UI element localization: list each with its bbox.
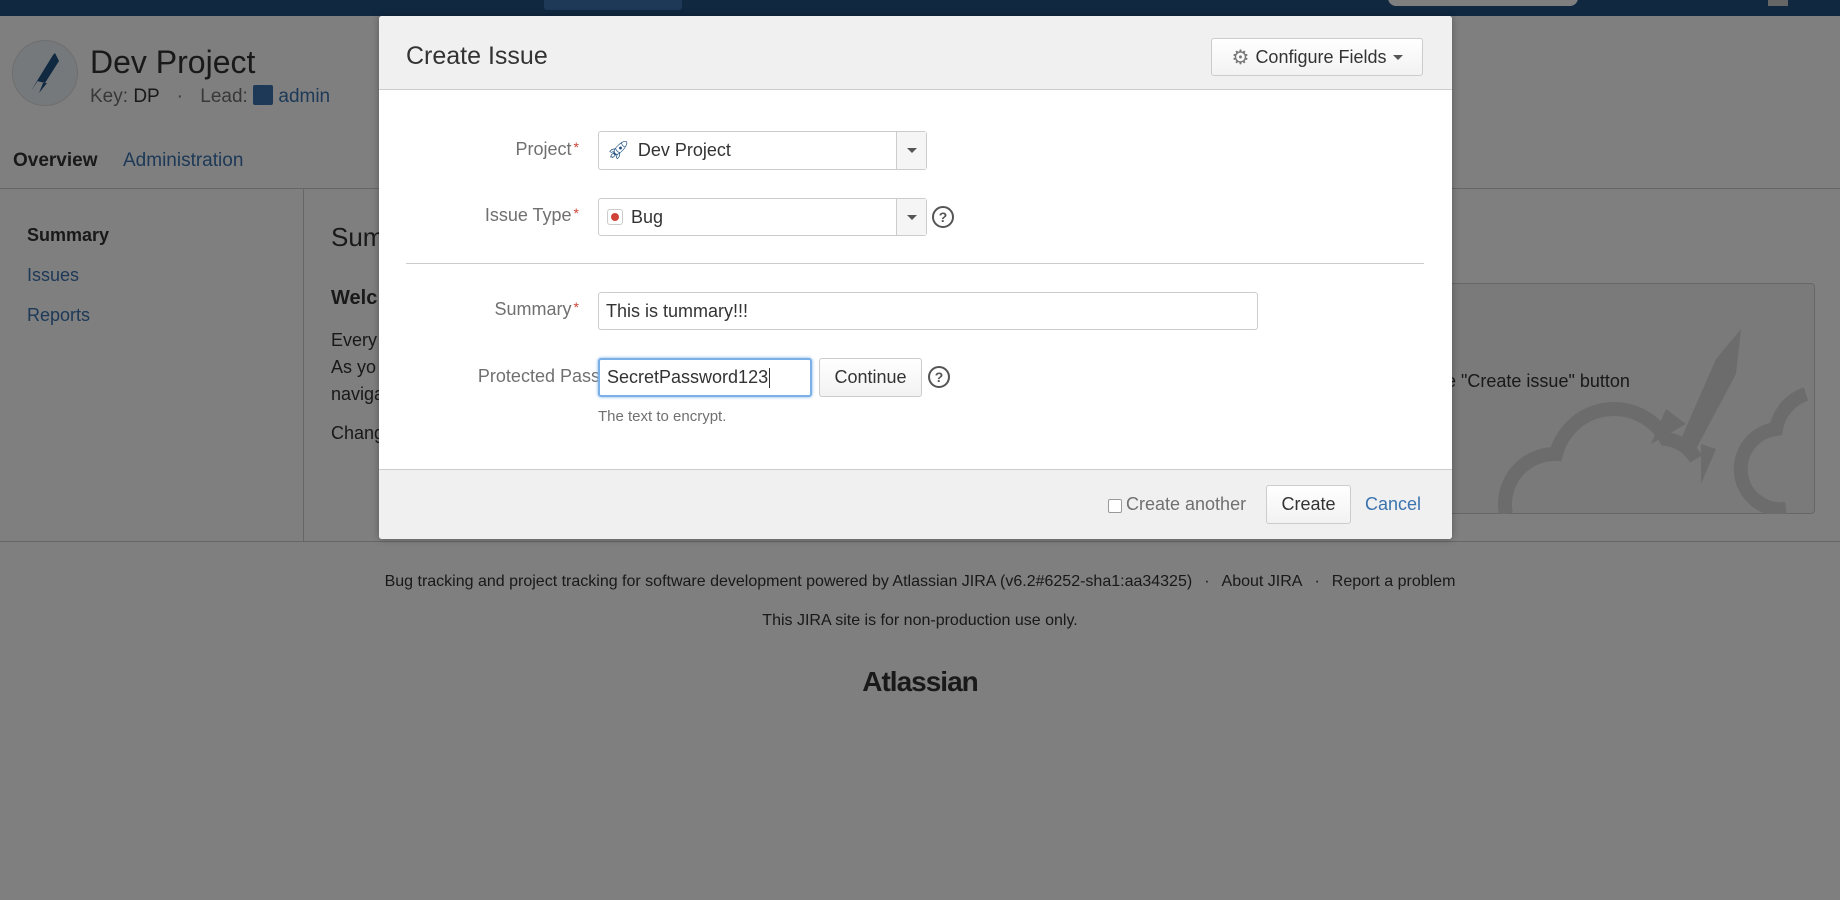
help-icon[interactable]: ? <box>928 366 950 388</box>
form-separator <box>406 263 1424 264</box>
chevron-down-icon <box>906 148 917 153</box>
project-dropdown-toggle[interactable] <box>896 132 926 169</box>
issue-type-dropdown-toggle[interactable] <box>896 199 926 235</box>
configure-fields-button[interactable]: ⚙ Configure Fields <box>1211 38 1423 76</box>
issue-type-label: Issue Type * <box>484 205 579 225</box>
text-cursor <box>769 367 771 388</box>
dialog-title: Create Issue <box>406 42 548 70</box>
password-value: SecretPassword123 <box>607 367 769 387</box>
project-label: Project * <box>515 139 579 159</box>
chevron-down-icon <box>906 214 917 220</box>
protected-password-input[interactable]: SecretPassword123 <box>598 358 812 397</box>
create-issue-dialog: Create Issue ⚙ Configure Fields Project *… <box>379 16 1452 539</box>
create-another-checkbox[interactable] <box>1108 499 1122 513</box>
summary-input[interactable]: This is tummary!!! <box>598 292 1258 330</box>
cancel-link[interactable]: Cancel <box>1365 494 1421 515</box>
project-value: Dev Project <box>637 140 731 160</box>
help-icon[interactable]: ? <box>932 206 954 228</box>
dialog-header: Create Issue ⚙ Configure Fields <box>379 16 1452 90</box>
issue-type-select[interactable]: Bug <box>598 198 927 236</box>
create-another-label[interactable]: Create another <box>1126 494 1246 515</box>
password-description: The text to encrypt. <box>598 408 727 425</box>
bug-icon <box>607 209 623 225</box>
continue-button[interactable]: Continue <box>819 358 922 397</box>
summary-label: Summary * <box>494 299 579 319</box>
rocket-icon: 🚀︎ <box>607 140 630 160</box>
dialog-footer: Create another Create Cancel <box>379 469 1452 539</box>
create-button[interactable]: Create <box>1266 485 1351 524</box>
chevron-down-icon <box>1392 54 1403 60</box>
project-select[interactable]: 🚀︎ Dev Project <box>598 131 927 170</box>
issue-type-value: Bug <box>631 206 664 227</box>
gear-icon: ⚙ <box>1231 46 1250 69</box>
configure-fields-label: Configure Fields <box>1255 46 1387 67</box>
